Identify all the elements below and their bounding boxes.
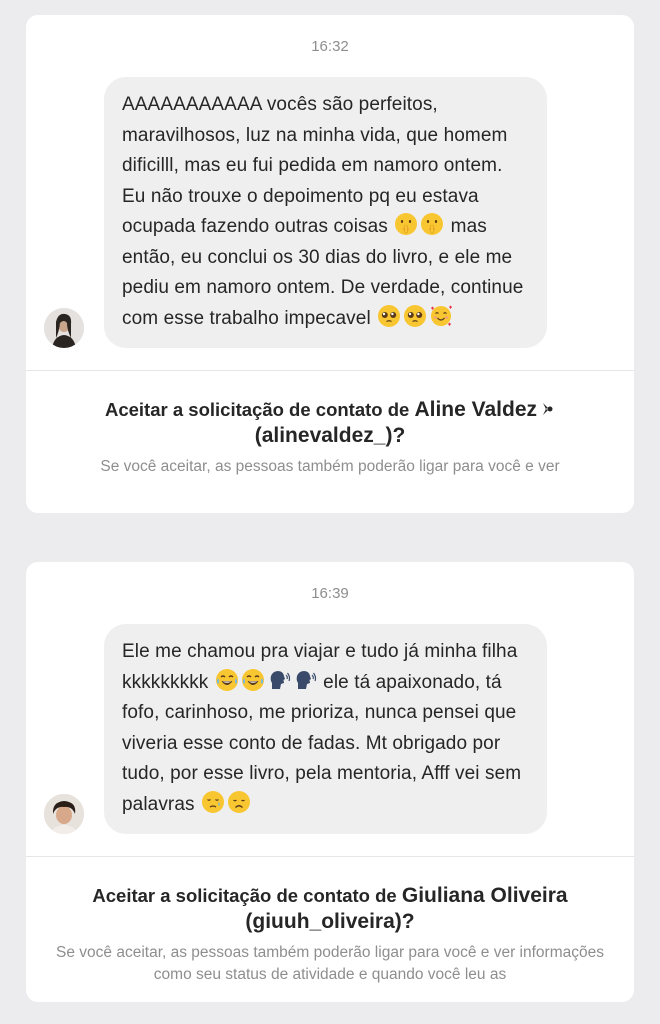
shush-face-emoji-icon [420, 212, 444, 236]
speaking-head-emoji-icon [293, 668, 317, 692]
message-request-card-2: 16:39 Ele me chamou pra viajar e tudo já… [26, 562, 634, 1002]
avatar[interactable] [44, 794, 84, 834]
contact-handle: (alinevaldez_)? [254, 424, 406, 447]
message-timestamp: 16:39 [311, 585, 349, 602]
sad-relieved-emoji-icon [201, 790, 225, 814]
message-timestamp: 16:32 [311, 38, 349, 55]
message-row: AAAAAAAAAAA vocês são perfeitos, maravil… [26, 77, 634, 348]
tears-of-joy-emoji-icon [241, 668, 265, 692]
accept-info-text: Se você aceitar, as pessoas também poder… [100, 458, 560, 475]
shush-face-emoji-icon [394, 212, 418, 236]
accept-request-prompt: Aceitar a solicitação de contato de Giul… [26, 857, 634, 935]
message-request-card-1: 16:32 AAAAAAAAAAA vocês são perfeitos, m… [26, 15, 634, 513]
contact-name: Giuliana Oliveira [401, 884, 568, 907]
accept-request-prompt: Aceitar a solicitação de contato de Alin… [26, 371, 634, 449]
message-bubble[interactable]: AAAAAAAAAAA vocês são perfeitos, maravil… [104, 77, 547, 348]
message-row: Ele me chamou pra viajar e tudo já minha… [26, 624, 634, 834]
avatar[interactable] [44, 308, 84, 348]
speaking-head-emoji-icon [267, 668, 291, 692]
smiling-face-with-hearts-emoji-icon [429, 304, 453, 328]
pleading-face-emoji-icon [377, 304, 401, 328]
accept-prefix: Aceitar a solicitação de contato de [92, 885, 397, 906]
contact-handle: (giuuh_oliveira)? [245, 910, 415, 933]
message-bubble[interactable]: Ele me chamou pra viajar e tudo já minha… [104, 624, 547, 834]
sparkle-icon [543, 403, 553, 415]
contact-name: Aline Valdez [414, 398, 537, 421]
accept-prefix: Aceitar a solicitação de contato de [104, 399, 410, 420]
accept-info-text: Se você aceitar, as pessoas também poder… [56, 944, 604, 983]
disappointed-emoji-icon [227, 790, 251, 814]
tears-of-joy-emoji-icon [215, 668, 239, 692]
pleading-face-emoji-icon [403, 304, 427, 328]
